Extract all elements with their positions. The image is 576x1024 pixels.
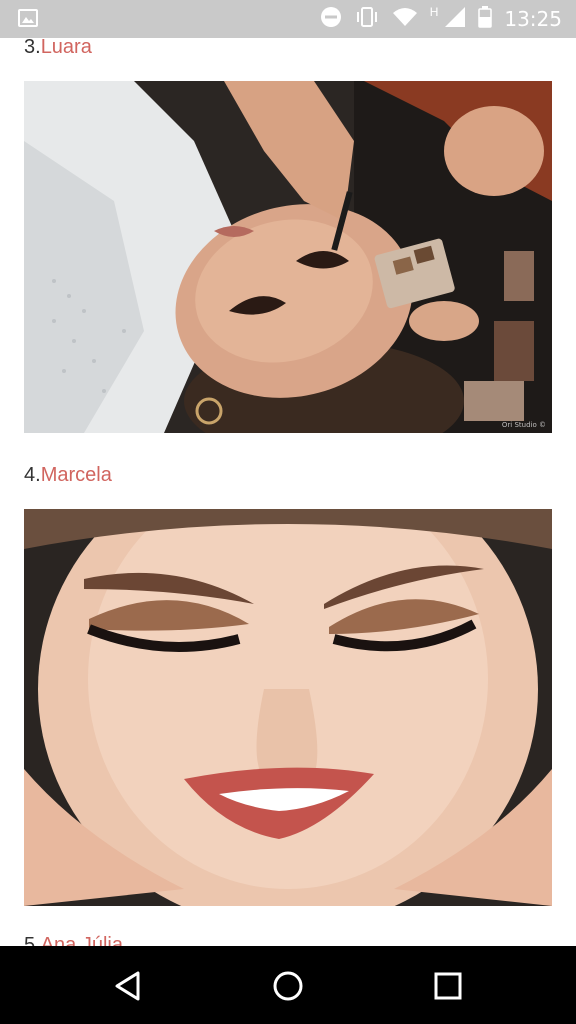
makeup-photo-luara[interactable]: Ori Studio © — [24, 81, 552, 433]
status-bar: H 13:25 — [0, 0, 576, 38]
makeup-photo-marcela[interactable] — [24, 509, 552, 906]
vibrate-icon — [354, 6, 380, 33]
item-number: 3. — [24, 38, 41, 58]
navigation-bar — [0, 946, 576, 1024]
battery-icon — [478, 5, 493, 33]
list-item-heading: 5.Ana Júlia — [24, 934, 123, 946]
network-type-label: H — [429, 5, 439, 19]
recents-icon[interactable] — [428, 966, 468, 1006]
item-number: 5. — [24, 934, 41, 946]
article-content[interactable]: 3.Luara Ori Studio © 4.Marcela 5.Ana Júl… — [0, 38, 576, 946]
item-number: 4. — [24, 464, 41, 486]
item-name-link[interactable]: Ana Júlia — [41, 934, 123, 946]
list-item-heading: 4.Marcela — [24, 464, 112, 487]
wifi-icon — [392, 7, 418, 32]
home-icon[interactable] — [268, 966, 308, 1006]
clock: 13:25 — [504, 7, 562, 31]
item-name-link[interactable]: Marcela — [41, 464, 112, 486]
back-icon[interactable] — [108, 966, 148, 1006]
list-item-heading: 3.Luara — [24, 38, 92, 59]
item-name-link[interactable]: Luara — [41, 38, 92, 58]
signal-icon — [444, 6, 466, 33]
photo-credit: Ori Studio © — [501, 421, 546, 429]
image-notification-icon — [18, 8, 38, 33]
do-not-disturb-icon — [320, 6, 342, 33]
